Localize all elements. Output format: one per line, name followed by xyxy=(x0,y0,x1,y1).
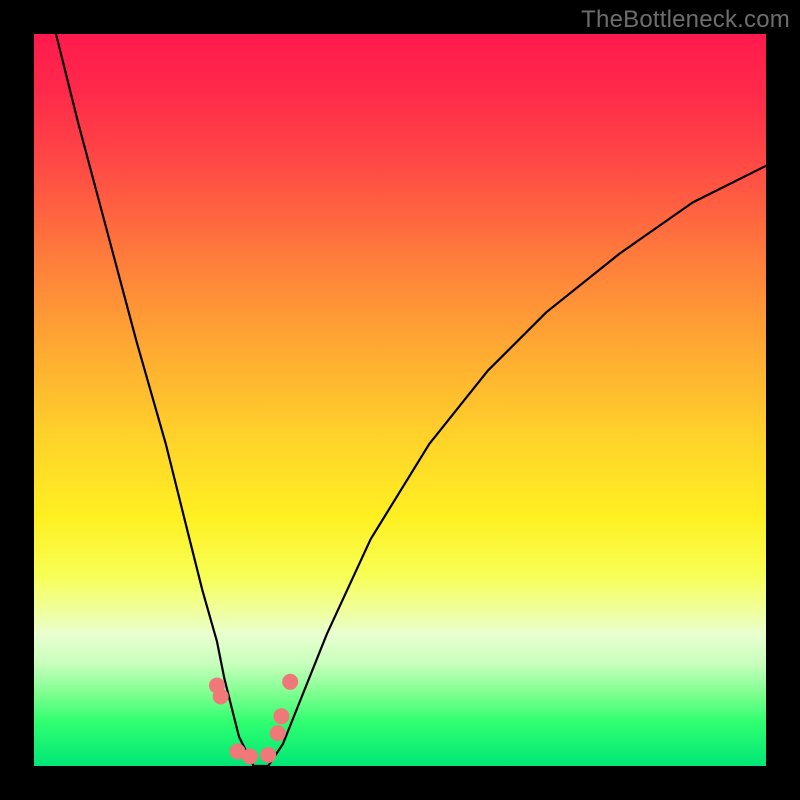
marker-left-lower xyxy=(213,689,229,705)
marker-floor-c xyxy=(260,747,276,763)
chart-frame: TheBottleneck.com xyxy=(0,0,800,800)
plot-area xyxy=(34,34,766,766)
watermark-text: TheBottleneck.com xyxy=(581,6,790,34)
bottleneck-curve xyxy=(56,34,766,766)
data-markers xyxy=(209,674,298,765)
marker-right-lower xyxy=(270,725,286,741)
marker-floor-b xyxy=(242,749,258,765)
marker-right-upper xyxy=(282,674,298,690)
marker-right-mid xyxy=(273,708,289,724)
chart-svg xyxy=(34,34,766,766)
